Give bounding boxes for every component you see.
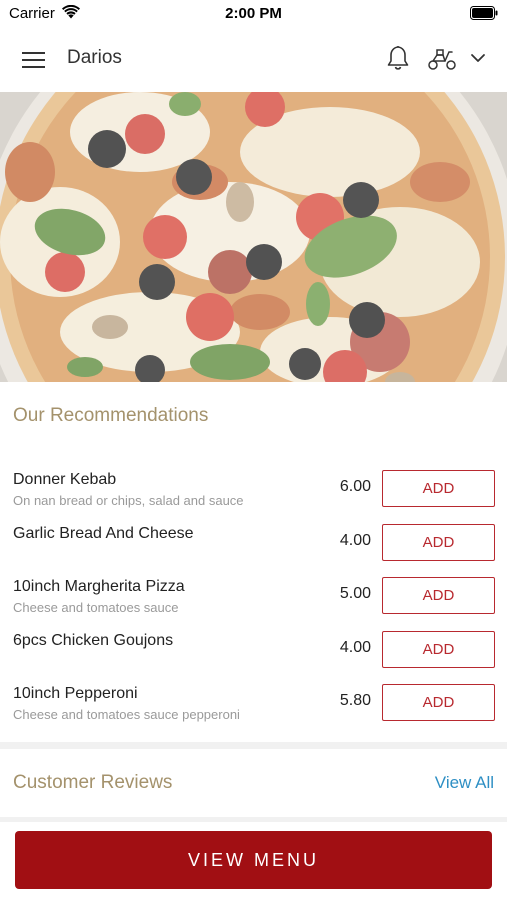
section-divider (0, 817, 507, 822)
section-divider (0, 742, 507, 749)
add-button[interactable]: ADD (382, 470, 495, 507)
battery-icon (470, 6, 498, 20)
recommendations-title: Our Recommendations (13, 405, 209, 426)
list-item: Garlic Bread And Cheese 4.00 ADD (0, 520, 507, 568)
list-item: 6pcs Chicken Goujons 4.00 ADD (0, 627, 507, 675)
hero-image (0, 92, 507, 382)
bell-icon[interactable] (386, 44, 410, 72)
item-name: Donner Kebab (13, 471, 117, 488)
status-time: 2:00 PM (225, 5, 282, 22)
item-description: Cheese and tomatoes sauce (13, 600, 179, 615)
add-button[interactable]: ADD (382, 631, 495, 668)
item-price: 4.00 (339, 532, 371, 549)
item-price: 4.00 (339, 639, 371, 656)
list-item: 10inch Pepperoni Cheese and tomatoes sau… (0, 680, 507, 728)
page-title: Darios (67, 47, 122, 68)
item-description: On nan bread or chips, salad and sauce (13, 493, 244, 508)
reviews-title: Customer Reviews (13, 772, 173, 793)
list-item: 10inch Margherita Pizza Cheese and tomat… (0, 573, 507, 621)
view-all-link[interactable]: View All (435, 773, 494, 793)
scooter-icon[interactable] (427, 47, 457, 71)
item-name: 10inch Pepperoni (13, 685, 138, 702)
add-button[interactable]: ADD (382, 577, 495, 614)
list-item: Donner Kebab On nan bread or chips, sala… (0, 466, 507, 514)
item-price: 5.80 (339, 692, 371, 709)
hero-overlay (0, 92, 507, 382)
item-name: 10inch Margherita Pizza (13, 578, 185, 595)
status-bar: Carrier 2:00 PM (0, 0, 507, 30)
item-price: 6.00 (339, 478, 371, 495)
nav-bar: Darios (0, 30, 507, 92)
view-menu-button[interactable]: VIEW MENU (15, 831, 492, 889)
item-price: 5.00 (339, 585, 371, 602)
item-description: Cheese and tomatoes sauce pepperoni (13, 707, 240, 722)
item-name: 6pcs Chicken Goujons (13, 632, 174, 649)
add-button[interactable]: ADD (382, 684, 495, 721)
menu-icon[interactable] (22, 50, 46, 70)
chevron-down-icon[interactable] (470, 52, 486, 64)
add-button[interactable]: ADD (382, 524, 495, 561)
item-name: Garlic Bread And Cheese (13, 525, 194, 542)
